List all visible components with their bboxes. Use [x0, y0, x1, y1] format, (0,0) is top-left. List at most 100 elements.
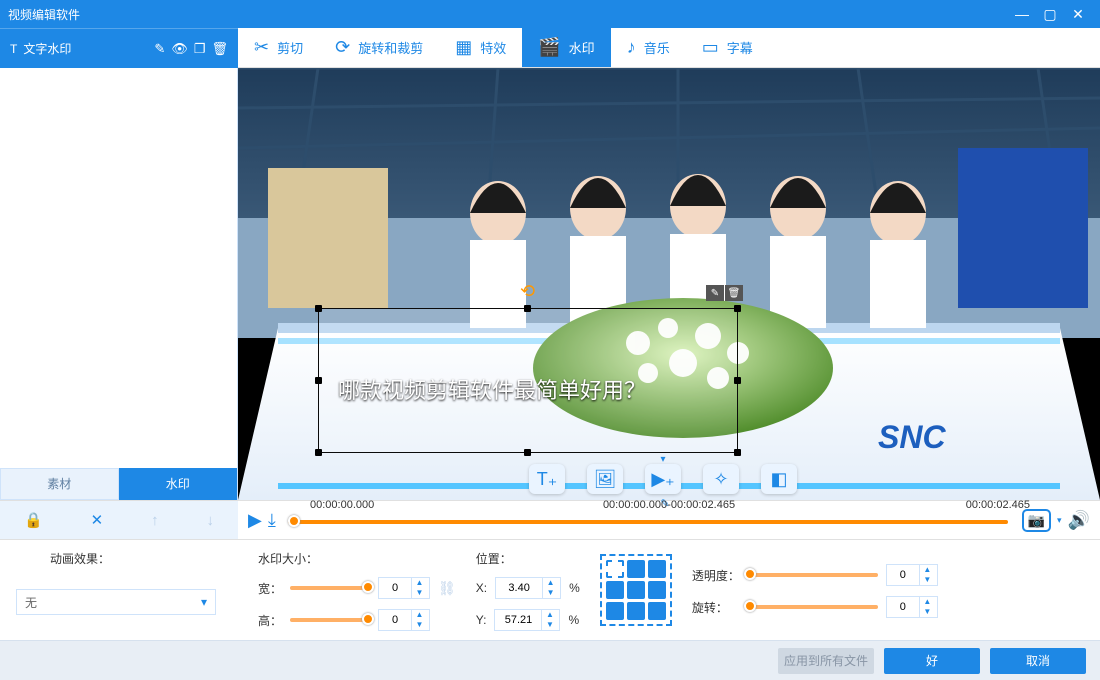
rotate-handle-icon[interactable]: ⟲: [520, 281, 535, 302]
handle-top-mid[interactable]: [524, 305, 531, 312]
add-shape-watermark-button[interactable]: ✧: [703, 464, 739, 494]
snapshot-button[interactable]: 📷: [1022, 509, 1051, 532]
y-label: Y:: [476, 613, 487, 627]
pos-mm[interactable]: [627, 581, 645, 599]
watermark-item-label: 文字水印: [23, 40, 148, 57]
tab-music[interactable]: ♪音乐: [611, 28, 686, 67]
pos-tm[interactable]: [627, 560, 645, 578]
ok-button[interactable]: 好: [884, 648, 980, 674]
pos-ml[interactable]: [606, 581, 624, 599]
timeline-playhead[interactable]: [288, 515, 300, 527]
width-slider[interactable]: [290, 586, 370, 590]
watermark-item-header[interactable]: T 文字水印 ✎ 👁 ❐ 🗑: [0, 28, 238, 68]
tab-cut[interactable]: ✂剪切: [238, 28, 319, 67]
opacity-label: 透明度：: [692, 567, 740, 584]
spin-up[interactable]: ▲: [412, 578, 427, 588]
eraser-button[interactable]: ◧: [761, 464, 797, 494]
delete-icon[interactable]: 🗑: [211, 41, 228, 57]
volume-button[interactable]: 🔊: [1068, 510, 1090, 531]
height-slider[interactable]: [290, 618, 370, 622]
position-grid[interactable]: [600, 554, 672, 626]
overlay-edit-icon[interactable]: ✎: [706, 285, 724, 301]
text-icon: T: [10, 42, 17, 56]
timeline-row: 🔒 ✕ ↑ ↓ ▶ ⤓ 00:00:00.000 ✎ 00:00:00.000-…: [0, 500, 1100, 540]
handle-top-right[interactable]: [734, 305, 741, 312]
handle-bot-mid[interactable]: [524, 449, 531, 456]
list-action-bar: 🔒 ✕ ↑ ↓: [0, 501, 238, 539]
close-button[interactable]: ✕: [1064, 6, 1092, 23]
height-input[interactable]: ▲▼: [378, 609, 430, 631]
spin-down[interactable]: ▼: [412, 588, 427, 598]
remove-icon[interactable]: ✕: [91, 511, 104, 529]
pos-tl[interactable]: [606, 560, 624, 578]
subtitle-icon: ▭: [702, 37, 719, 58]
apply-all-button[interactable]: 应用到所有文件: [778, 648, 874, 674]
sidebar: 素材 水印: [0, 68, 238, 500]
pos-tr[interactable]: [648, 560, 666, 578]
play-button[interactable]: ▶: [248, 510, 262, 531]
handle-bot-right[interactable]: [734, 449, 741, 456]
opacity-input[interactable]: ▲▼: [886, 564, 938, 586]
watermark-text[interactable]: 哪款视频剪辑软件最简单好用？: [338, 373, 646, 405]
rotate-input[interactable]: ▲▼: [886, 596, 938, 618]
animation-select[interactable]: 无 ▾: [16, 589, 216, 615]
pos-bm[interactable]: [627, 602, 645, 620]
export-frame-button[interactable]: ⤓: [268, 510, 276, 531]
handle-bot-left[interactable]: [315, 449, 322, 456]
animation-value: 无: [25, 594, 37, 611]
timeline: ▶ ⤓ 00:00:00.000 ✎ 00:00:00.000-00:00:02…: [238, 501, 1100, 539]
timeline-track[interactable]: [288, 510, 1008, 530]
tab-effects[interactable]: ▦特效: [439, 28, 522, 67]
sidebar-bottom-tabs: 素材 水印: [0, 468, 237, 500]
main-tabs: ✂剪切 ⟳旋转和裁剪 ▦特效 🎬水印 ♪音乐 ▭字幕: [238, 28, 1100, 67]
tab-subtitle[interactable]: ▭字幕: [686, 28, 769, 67]
lock-icon[interactable]: 🔒: [24, 511, 43, 529]
title-bar: 视频编辑软件 — ▢ ✕: [0, 0, 1100, 28]
music-icon: ♪: [627, 37, 636, 58]
tab-watermark-list[interactable]: 水印: [119, 468, 238, 500]
window-title: 视频编辑软件: [8, 6, 1008, 23]
copy-icon[interactable]: ❐: [194, 41, 206, 57]
add-image-watermark-button[interactable]: 🖼: [587, 464, 623, 494]
crop-icon: ⟳: [335, 37, 350, 58]
animation-label: 动画效果：: [50, 550, 238, 567]
minimize-button[interactable]: —: [1008, 6, 1036, 22]
snapshot-dropdown[interactable]: ▾: [1057, 515, 1062, 526]
move-down-icon: ↓: [206, 512, 214, 529]
properties-panel: 动画效果： 无 ▾ 水印大小： 宽： ▲▼ ⛓ 高： ▲▼ 位置： X: ▲▼ …: [0, 540, 1100, 640]
video-preview[interactable]: SNC ⟲ ✎ 🗑 哪款视频剪辑软件最简单好用？ T₊ 🖼 ▶₊ ✧ ◧: [238, 68, 1100, 500]
x-input[interactable]: ▲▼: [495, 577, 561, 599]
handle-mid-left[interactable]: [315, 377, 322, 384]
width-label: 宽：: [258, 580, 282, 597]
width-input[interactable]: ▲▼: [378, 577, 430, 599]
add-text-watermark-button[interactable]: T₊: [529, 464, 565, 494]
rotate-slider[interactable]: [748, 605, 878, 609]
footer: 应用到所有文件 好 取消: [0, 640, 1100, 680]
tab-material[interactable]: 素材: [0, 468, 119, 500]
svg-text:SNC: SNC: [878, 419, 946, 455]
maximize-button[interactable]: ▢: [1036, 6, 1064, 23]
watermark-list: [0, 68, 237, 468]
chevron-down-icon: ▾: [201, 595, 207, 609]
pos-bl[interactable]: [606, 602, 624, 620]
watermark-type-buttons: T₊ 🖼 ▶₊ ✧ ◧: [529, 464, 797, 494]
move-up-icon: ↑: [151, 512, 159, 529]
pos-mr[interactable]: [648, 581, 666, 599]
edit-icon[interactable]: ✎: [154, 41, 165, 57]
y-input[interactable]: ▲▼: [494, 609, 560, 631]
handle-top-left[interactable]: [315, 305, 322, 312]
rotate-label: 旋转：: [692, 599, 728, 616]
aspect-lock-icon[interactable]: ⛓: [438, 580, 456, 597]
tab-watermark[interactable]: 🎬水印: [522, 28, 610, 67]
watermark-icon: 🎬: [538, 37, 560, 58]
size-label: 水印大小：: [258, 550, 456, 567]
tab-rotate-crop[interactable]: ⟳旋转和裁剪: [319, 28, 439, 67]
visibility-icon[interactable]: 👁: [171, 41, 188, 57]
add-video-watermark-button[interactable]: ▶₊: [645, 464, 681, 494]
cancel-button[interactable]: 取消: [990, 648, 1086, 674]
pos-br[interactable]: [648, 602, 666, 620]
opacity-slider[interactable]: [748, 573, 878, 577]
sparkle-icon: ▦: [455, 37, 472, 58]
overlay-delete-icon[interactable]: 🗑: [725, 285, 743, 301]
handle-mid-right[interactable]: [734, 377, 741, 384]
